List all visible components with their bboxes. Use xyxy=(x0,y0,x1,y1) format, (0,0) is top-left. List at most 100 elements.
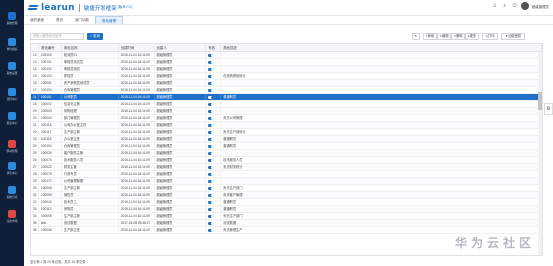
table-row[interactable]: 27 100022 财务主管 2015-11-04 16:11:09 超级管理员 负责财务… xyxy=(31,164,542,171)
sidebar-item-message-center[interactable]: 消息中心 xyxy=(0,160,24,177)
table-row[interactable]: 34 100005 生产部主管 2015-11-04 16:11:09 超级管理员 负责生… xyxy=(31,213,542,220)
table-row[interactable]: 17 100104 仓库管理员 2015-11-04 16:11:09 超级管理员 xyxy=(31,87,542,94)
table-row[interactable]: 26 100070 技术服务人员 2015-11-04 16:11:09 超级管理员 技术… xyxy=(31,157,542,164)
table-cell: 普通职员 xyxy=(221,136,542,142)
search-input[interactable]: 请输入要查询关键字 xyxy=(30,33,84,40)
username[interactable]: 超级管理员 xyxy=(532,4,549,9)
sidebar-item-unit-organization[interactable]: 单位组织 xyxy=(0,36,24,53)
enabled-toggle[interactable] xyxy=(208,109,215,113)
table-row[interactable]: 36 100006 生产部主任 2015-11-04 16:11:09 超级管理员 负责管… xyxy=(31,227,542,234)
table-row[interactable]: 33 100113 采购员 2015-11-04 16:11:09 超级管理员 普通职员 xyxy=(31,206,542,213)
enabled-toggle[interactable] xyxy=(208,200,215,204)
enabled-toggle[interactable] xyxy=(208,193,215,197)
enabled-toggle[interactable] xyxy=(208,137,215,141)
table-row[interactable]: 30 100008 生产部主管 2015-11-04 16:11:09 超级管理员 负责生… xyxy=(31,185,542,192)
enabled-toggle[interactable] xyxy=(208,81,215,85)
table-cell: 25 xyxy=(31,150,39,156)
enabled-toggle[interactable] xyxy=(208,221,215,225)
enabled-toggle[interactable] xyxy=(208,53,215,57)
tab-role-management[interactable]: 角色管理 xyxy=(95,16,123,24)
edit-button[interactable]: ✎编辑 xyxy=(437,33,451,40)
table-row[interactable]: 32 100010 技术员工 2015-11-04 16:11:09 超级管理员 普通职员 xyxy=(31,199,542,206)
settings-icon[interactable]: ⚙ xyxy=(544,103,553,115)
logo-divider xyxy=(78,3,80,12)
sidebar-item-report-center[interactable]: 报表中心 xyxy=(0,110,24,127)
enabled-toggle[interactable] xyxy=(208,74,215,78)
scrollbar-thumb[interactable] xyxy=(538,92,542,110)
home-icon[interactable]: ⌂ xyxy=(491,3,498,10)
table-row[interactable]: 22 100117 生产部主管 2015-11-04 16:11:09 超级管理员 负责生… xyxy=(31,129,542,136)
sidebar-item-system-settings[interactable]: 系统设置 xyxy=(0,60,24,77)
table-cell: 2015-11-04 16:11:09 xyxy=(119,164,155,170)
column-header[interactable]: 有效 xyxy=(206,44,222,51)
table-row[interactable]: 14 100102 审核员测试 2015-11-04 16:11:09 超级管理员 xyxy=(31,66,542,73)
enabled-toggle[interactable] xyxy=(208,186,215,190)
table-cell: 技术员工 xyxy=(62,199,119,205)
table-row[interactable]: 24 100194 仓库管理员 2015-11-04 16:11:09 超级管理员 普通职… xyxy=(31,143,542,150)
enabled-toggle[interactable] xyxy=(208,88,215,92)
table-row[interactable]: 20 100004 部门管理员 2015-11-04 16:11:09 超级管理员 负责公… xyxy=(31,115,542,122)
table-row[interactable]: 16 100001 资产采购员测试员 2015-11-04 16:11:09 超级管理员 xyxy=(31,80,542,87)
enabled-toggle[interactable] xyxy=(208,165,215,169)
table-row[interactable]: 31 100009 销售员 2015-11-04 16:11:09 超级管理员 负责客户管… xyxy=(31,192,542,199)
column-header[interactable]: 角色名称 xyxy=(62,44,119,51)
table-row[interactable]: 18 100002 信息化主管 2015-11-04 16:11:09 超级管理员 xyxy=(31,101,542,108)
table-cell: 2015-11-04 16:11:09 xyxy=(119,73,155,79)
tab-desktop[interactable]: 我的桌面 xyxy=(24,16,50,24)
table-cell: 超级管理员 xyxy=(155,164,207,170)
enabled-toggle[interactable] xyxy=(208,116,215,120)
avatar[interactable] xyxy=(521,2,530,10)
enabled-toggle[interactable] xyxy=(208,130,215,134)
enabled-toggle[interactable] xyxy=(208,151,215,155)
bell-icon[interactable]: ♪ xyxy=(501,3,508,10)
enabled-toggle[interactable] xyxy=(208,123,215,127)
table-cell: 100010 xyxy=(39,199,62,205)
vertical-scrollbar[interactable] xyxy=(538,52,542,255)
enabled-toggle[interactable] xyxy=(208,179,215,183)
table-row[interactable]: 35 test 测试数据 2017-04-08 09:48:17 超级管理员 测试数据 xyxy=(31,220,542,227)
table-row[interactable]: 29 100177 公司管理管理 2015-11-04 16:11:09 超级管理员 xyxy=(31,178,542,185)
table-row[interactable]: 12 100100 检测员01 2015-11-04 16:11:09 超级管理员 xyxy=(31,52,542,59)
sidebar-item-label: 系统管理 xyxy=(6,21,18,25)
sidebar-item-system-management[interactable]: 系统管理 xyxy=(0,10,24,27)
enabled-toggle[interactable] xyxy=(208,172,215,176)
print-button[interactable]: ⎙打印 xyxy=(482,33,498,40)
tab-home[interactable]: 首页 xyxy=(50,16,69,24)
enabled-toggle[interactable] xyxy=(208,228,215,232)
more-button[interactable]: ≡更多 xyxy=(465,33,479,40)
tab-my-functions[interactable]: 我门功能 xyxy=(69,16,95,24)
enabled-toggle[interactable] xyxy=(208,207,215,211)
table-row[interactable]: 28 100075 行政专员 2015-11-04 16:11:09 超级管理员 xyxy=(31,171,542,178)
sidebar-item-mobile-management[interactable]: 移动管理 xyxy=(0,138,24,155)
sidebar-item-system-log[interactable]: 系统日志 xyxy=(0,184,24,201)
enabled-toggle[interactable] xyxy=(208,102,215,106)
table-row[interactable]: 23 100118 办公室主任 2015-11-04 16:11:09 超级管理员 普通职… xyxy=(31,136,542,143)
column-header[interactable]: 创建人 xyxy=(155,44,207,51)
add-button[interactable]: +新增 xyxy=(423,33,437,40)
table-row[interactable]: 25 100029 客户服务主管 2015-11-04 16:11:09 超级管理员 xyxy=(31,150,542,157)
enabled-toggle[interactable] xyxy=(208,95,215,99)
query-button[interactable]: ⌕ 查询 xyxy=(87,33,103,40)
enabled-toggle[interactable] xyxy=(208,67,215,71)
enabled-toggle[interactable] xyxy=(208,214,215,218)
column-header[interactable]: 角色编号 xyxy=(39,44,62,51)
refresh-icon[interactable]: ↻ xyxy=(412,33,420,40)
table-cell xyxy=(206,87,222,93)
table-row[interactable]: 15 100103 质检员 2015-11-04 16:11:09 超级管理员 仅查看质检… xyxy=(31,73,542,80)
table-row[interactable]: 19 100003 采购经理 2015-11-04 16:11:09 超级管理员 xyxy=(31,108,542,115)
sidebar-item-workflow-center[interactable]: 流程中心 xyxy=(0,86,24,103)
table-row[interactable]: 13 100101 审核员测试员 2015-11-04 16:11:09 超级管理员 xyxy=(31,59,542,66)
column-header[interactable]: 创建时间 xyxy=(119,44,155,51)
table-row[interactable]: 11 100101 公司职员 2015-11-04 16:11:09 超级管理员 普通职员 xyxy=(31,94,542,101)
column-header[interactable] xyxy=(31,44,39,51)
user-icon[interactable]: ☺ xyxy=(511,3,518,10)
enabled-toggle[interactable] xyxy=(208,158,215,162)
delete-button[interactable]: ✕删除 xyxy=(451,33,465,40)
table-row[interactable]: 21 100116 公司办公室主任 2015-11-04 16:11:09 超级管理员 xyxy=(31,122,542,129)
sidebar-item-app-market[interactable]: 应用市场 xyxy=(0,208,24,225)
auth-button[interactable]: ▼功能授权 xyxy=(501,33,525,40)
enabled-toggle[interactable] xyxy=(208,60,215,64)
top-right-actions: ⌂ ♪ ☺ 超级管理员 xyxy=(491,2,549,10)
column-header[interactable]: 角色描述 xyxy=(221,44,542,51)
enabled-toggle[interactable] xyxy=(208,144,215,148)
